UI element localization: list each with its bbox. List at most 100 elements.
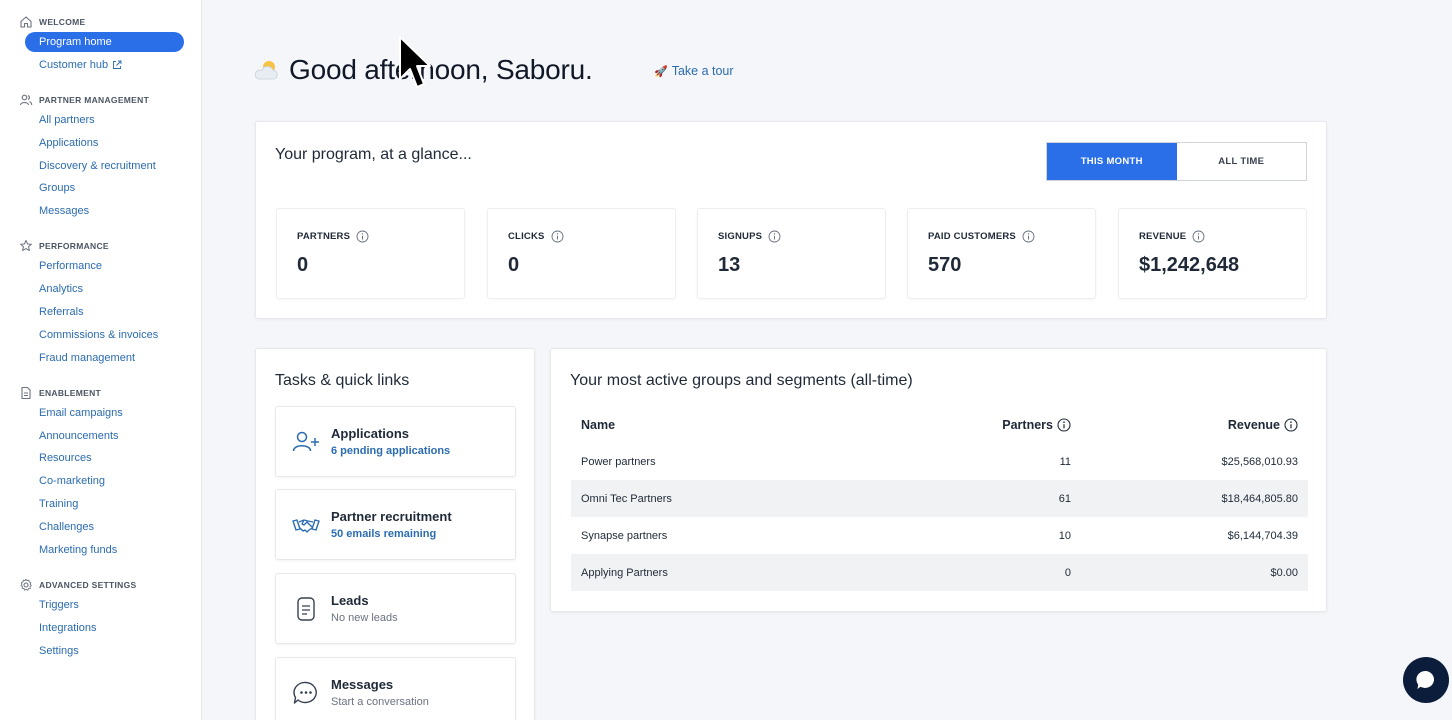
external-link-icon (113, 60, 122, 69)
table-row[interactable]: Power partners 11 $25,568,010.93 (571, 443, 1308, 480)
list-document-icon (297, 597, 315, 621)
sidebar-item-applications[interactable]: Applications (25, 133, 184, 153)
sidebar-item-label: Applications (39, 136, 99, 149)
section-title: PARTNER MANAGEMENT (39, 94, 150, 105)
stat-value: 570 (928, 254, 962, 276)
task-subtitle-link[interactable]: 6 pending applications (331, 445, 450, 457)
sidebar-item-referrals[interactable]: Referrals (25, 302, 184, 322)
tour-label: Take a tour (671, 64, 734, 78)
glance-title: Your program, at a glance... (275, 146, 472, 163)
stat-label: PARTNERS (297, 230, 369, 243)
groups-table: Name Partners Revenue Power partners 11 … (571, 407, 1308, 591)
info-icon[interactable] (1284, 418, 1298, 432)
take-a-tour-link[interactable]: 🚀 Take a tour (654, 64, 734, 78)
sidebar-item-label: Commissions & invoices (39, 328, 159, 341)
sidebar-item-label: Resources (39, 452, 92, 465)
chat-icon (1416, 670, 1435, 689)
program-glance-card: Your program, at a glance... THIS MONTH … (255, 121, 1327, 319)
group-name: Synapse partners (581, 529, 668, 542)
sidebar-item-label: Customer hub (39, 58, 109, 71)
sidebar-item-co-marketing[interactable]: Co-marketing (25, 471, 184, 491)
section-title: WELCOME (39, 17, 86, 27)
sidebar-item-customer-hub[interactable]: Customer hub (25, 55, 184, 75)
stat-clicks: CLICKS 0 (487, 208, 676, 299)
sidebar-item-training[interactable]: Training (25, 494, 184, 514)
page-title: Good afternoon, Saboru. (289, 54, 593, 85)
stat-revenue: REVENUE $1,242,648 (1118, 208, 1307, 299)
group-name: Applying Partners (581, 566, 668, 579)
sidebar-item-marketing-funds[interactable]: Marketing funds (25, 540, 184, 560)
column-partners[interactable]: Partners (871, 418, 1071, 432)
sidebar-item-label: Training (39, 498, 79, 511)
section-partner-management: PARTNER MANAGEMENT (0, 90, 201, 110)
sidebar-item-settings[interactable]: Settings (25, 641, 184, 661)
document-icon (21, 386, 31, 399)
task-leads[interactable]: Leads No new leads (275, 573, 516, 644)
tasks-title: Tasks & quick links (275, 372, 410, 389)
chat-widget-button[interactable] (1403, 657, 1449, 703)
group-name: Power partners (581, 455, 656, 468)
sidebar-item-label: Analytics (39, 283, 84, 296)
sidebar-item-resources[interactable]: Resources (25, 448, 184, 468)
task-subtitle: Start a conversation (331, 696, 429, 708)
task-messages[interactable]: Messages Start a conversation (275, 657, 516, 720)
this-month-button[interactable]: THIS MONTH (1047, 143, 1177, 180)
table-row[interactable]: Synapse partners 10 $6,144,704.39 (571, 517, 1308, 554)
table-header: Name Partners Revenue (571, 407, 1308, 443)
sidebar-item-triggers[interactable]: Triggers (25, 595, 184, 615)
sidebar-item-program-home[interactable]: Program home (25, 32, 184, 52)
task-subtitle-link[interactable]: 50 emails remaining (331, 528, 436, 540)
info-icon[interactable] (551, 230, 564, 243)
section-title: PERFORMANCE (39, 241, 109, 252)
info-icon[interactable] (1192, 230, 1205, 243)
sidebar-item-label: Referrals (39, 306, 84, 319)
stat-value: 13 (718, 254, 741, 276)
users-icon (19, 94, 33, 105)
tasks-card: Tasks & quick links Applications 6 pendi… (255, 348, 535, 720)
stat-label: SIGNUPS (718, 230, 781, 243)
sidebar-item-all-partners[interactable]: All partners (25, 110, 184, 130)
stat-label-text: CLICKS (508, 231, 545, 242)
sidebar-item-discovery[interactable]: Discovery & recruitment (25, 156, 184, 176)
info-icon[interactable] (356, 230, 369, 243)
info-icon[interactable] (768, 230, 781, 243)
column-name[interactable]: Name (571, 418, 871, 432)
stat-label-text: PARTNERS (297, 231, 351, 242)
task-applications[interactable]: Applications 6 pending applications (275, 406, 516, 477)
stat-label: PAID CUSTOMERS (928, 230, 1035, 243)
star-icon (20, 240, 32, 252)
period-toggle: THIS MONTH ALL TIME (1046, 142, 1307, 181)
sidebar-item-email-campaigns[interactable]: Email campaigns (25, 403, 184, 423)
stat-partners: PARTNERS 0 (276, 208, 465, 299)
column-label: Partners (1002, 418, 1053, 432)
stat-paid-customers: PAID CUSTOMERS 570 (907, 208, 1096, 299)
task-partner-recruitment[interactable]: Partner recruitment 50 emails remaining (275, 489, 516, 560)
section-title: ENABLEMENT (39, 387, 102, 398)
stat-signups: SIGNUPS 13 (697, 208, 886, 299)
table-row[interactable]: Omni Tec Partners 61 $18,464,805.80 (571, 480, 1308, 517)
sidebar-item-groups[interactable]: Groups (25, 178, 184, 198)
group-partners: 10 (1058, 529, 1071, 542)
sidebar-item-challenges[interactable]: Challenges (25, 517, 184, 537)
sidebar-item-messages[interactable]: Messages (25, 201, 184, 221)
all-time-button[interactable]: ALL TIME (1176, 143, 1306, 180)
column-revenue[interactable]: Revenue (1071, 418, 1308, 432)
sidebar-item-fraud[interactable]: Fraud management (25, 348, 184, 368)
sidebar-item-label: Integrations (39, 621, 97, 634)
table-row[interactable]: Applying Partners 0 $0.00 (571, 554, 1308, 591)
sidebar-item-label: Groups (39, 182, 76, 195)
sidebar: WELCOME Program home Customer hub PARTNE… (0, 0, 202, 720)
sidebar-item-label: Triggers (39, 598, 79, 611)
sidebar-item-label: Announcements (39, 429, 119, 442)
info-icon[interactable] (1057, 418, 1071, 432)
section-welcome: WELCOME (0, 12, 201, 32)
sidebar-item-integrations[interactable]: Integrations (25, 618, 184, 638)
sidebar-item-commissions[interactable]: Commissions & invoices (25, 325, 184, 345)
group-revenue: $18,464,805.80 (1221, 492, 1298, 505)
sidebar-item-analytics[interactable]: Analytics (25, 279, 184, 299)
sidebar-item-announcements[interactable]: Announcements (25, 426, 184, 446)
stat-label-text: PAID CUSTOMERS (928, 231, 1016, 242)
sidebar-item-performance[interactable]: Performance (25, 256, 184, 276)
info-icon[interactable] (1022, 230, 1035, 243)
stat-label-text: SIGNUPS (718, 231, 763, 242)
